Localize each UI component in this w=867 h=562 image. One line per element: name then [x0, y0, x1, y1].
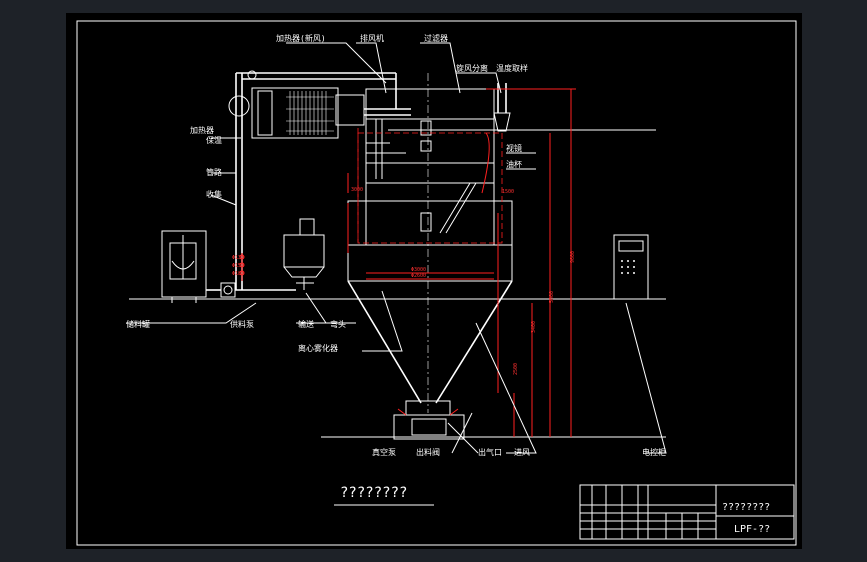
label-discharge-valve: 出料阀: [416, 447, 440, 457]
dim-upper: 3000: [351, 187, 363, 193]
dim-outlet-height: 2500: [513, 363, 519, 375]
dim-total-height: 9600: [570, 251, 576, 263]
label-heater: 加热器: [190, 125, 214, 135]
label-oil-cup: 油杯: [506, 159, 522, 169]
discharge-assembly: [393, 400, 465, 440]
label-solution-tank: 储料罐: [126, 319, 150, 329]
dim-t1: Φ130: [232, 255, 244, 261]
label-air-inlet: 进风: [514, 448, 530, 457]
label-sight-glass: 视镜: [506, 143, 522, 153]
label-insulation: 保温: [206, 135, 222, 145]
dim-top-diameter: Φ2600: [411, 273, 426, 279]
cyclone: [481, 83, 511, 194]
label-exhaust-fan: 排风机: [360, 33, 384, 43]
dim-skirt-height: 3400: [531, 321, 537, 333]
label-feed-pump: 供料泵: [230, 319, 254, 329]
label-collector: 收集: [206, 189, 222, 199]
label-sample-port: 温度取样: [496, 63, 528, 73]
label-control-cabinet: 电控柜: [642, 447, 666, 457]
drawing-title: ????????: [340, 485, 407, 501]
inner-chamber-dashed: [357, 132, 503, 244]
label-delivery-pump: 输送: [298, 319, 314, 329]
cad-drawing: 9600 5000 3400 2500 Φ3000 Φ2600 1500 300…: [76, 20, 797, 546]
hot-air-pipe: [335, 73, 411, 126]
dim-cone-height: 5000: [549, 291, 555, 303]
inner-border: [76, 20, 797, 546]
control-cabinet: [613, 234, 649, 300]
label-elbow: 弯头: [330, 319, 346, 329]
label-gas-discharge: 出气口: [478, 447, 502, 457]
feed-tank: [283, 218, 325, 290]
label-centrifugal-atomizer: 离心雾化器: [298, 343, 338, 353]
label-vacuum-pump: 真空泵: [372, 447, 396, 457]
dim-side: 1500: [502, 189, 514, 195]
label-cyclone: 旋风分离: [456, 63, 488, 73]
solution-tank: [161, 230, 207, 303]
dim-t3: Φ180: [232, 271, 244, 277]
titleblock-name: ????????: [722, 502, 770, 513]
air-duct: [228, 70, 396, 290]
dim-t2: Φ150: [232, 263, 244, 269]
drawing-sheet: 9600 5000 3400 2500 Φ3000 Φ2600 1500 300…: [66, 13, 802, 549]
label-filter: 过滤器: [424, 33, 448, 43]
feed-pump: [206, 282, 296, 298]
drawing-number: LPF-??: [734, 524, 770, 535]
label-heater-fresh-air: 加热器(新风): [276, 33, 326, 43]
heater-block: [251, 87, 339, 139]
label-pipe: 管路: [206, 167, 222, 177]
